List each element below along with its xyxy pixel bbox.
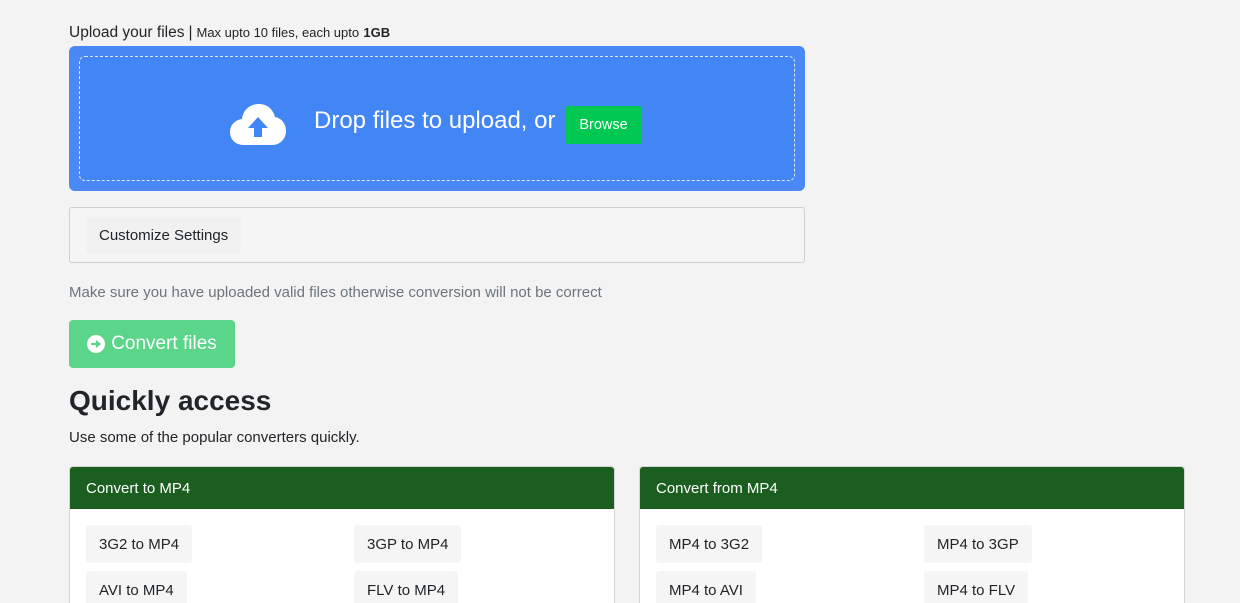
arrow-circle-right-icon <box>87 335 106 353</box>
upload-separator: | <box>188 24 193 41</box>
converter-link[interactable]: MP4 to 3G2 <box>656 525 763 563</box>
convert-files-label: Convert files <box>111 333 217 354</box>
convert-to-mp4-card: Convert to MP4 3G2 to MP4 3GP to MP4 AVI… <box>69 466 615 603</box>
upload-label: Upload your files <box>69 24 185 41</box>
customize-settings-button[interactable]: Customize Settings <box>86 217 242 253</box>
dropzone-inner[interactable]: Drop files to upload, or Browse <box>79 56 795 181</box>
cloud-upload-icon <box>230 104 286 145</box>
browse-button[interactable]: Browse <box>565 106 642 144</box>
quick-access-subtitle: Use some of the popular converters quick… <box>69 429 360 446</box>
converter-link[interactable]: 3GP to MP4 <box>354 525 462 563</box>
converter-link[interactable]: MP4 to 3GP <box>924 525 1032 563</box>
converter-link[interactable]: MP4 to AVI <box>656 571 756 603</box>
converter-link[interactable]: FLV to MP4 <box>354 571 459 603</box>
quick-access-title: Quickly access <box>69 385 272 416</box>
convert-files-button[interactable]: Convert files <box>69 320 235 368</box>
converter-link[interactable]: 3G2 to MP4 <box>86 525 193 563</box>
card-header: Convert to MP4 <box>70 467 614 509</box>
upload-note: Make sure you have uploaded valid files … <box>69 284 602 301</box>
converter-link[interactable]: AVI to MP4 <box>86 571 187 603</box>
upload-limit-size: 1GB <box>363 25 391 40</box>
upload-header: Upload your files | Max upto 10 files, eac… <box>69 24 390 42</box>
page: Upload your files | Max upto 10 files, eac… <box>0 0 1240 603</box>
convert-from-mp4-card: Convert from MP4 MP4 to 3G2 MP4 to 3GP M… <box>639 466 1185 603</box>
settings-panel: Customize Settings <box>69 207 805 263</box>
drop-text: Drop files to upload, or <box>314 107 556 134</box>
file-dropzone[interactable]: Drop files to upload, or Browse <box>69 46 805 191</box>
converter-link[interactable]: MP4 to FLV <box>924 571 1029 603</box>
upload-limit-text: Max upto 10 files, each upto <box>196 25 360 40</box>
card-header: Convert from MP4 <box>640 467 1184 509</box>
